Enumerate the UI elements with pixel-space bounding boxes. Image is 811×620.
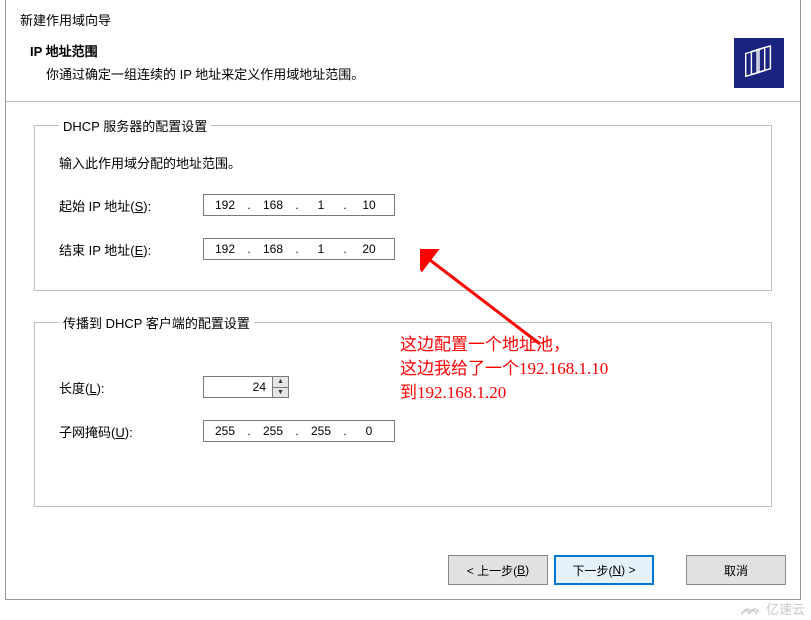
- server-config-legend: DHCP 服务器的配置设置: [59, 116, 211, 135]
- page-heading: IP 地址范围: [30, 41, 786, 60]
- next-button[interactable]: 下一步(N) >: [554, 555, 654, 585]
- range-hint: 输入此作用域分配的地址范围。: [59, 153, 747, 172]
- client-config-legend: 传播到 DHCP 客户端的配置设置: [59, 313, 254, 332]
- cancel-button[interactable]: 取消: [686, 555, 786, 585]
- watermark: 亿速云: [740, 599, 805, 618]
- window-title: 新建作用域向导: [20, 10, 786, 29]
- start-ip-label: 起始 IP 地址(S):: [59, 196, 203, 215]
- scope-wizard-icon: [734, 38, 784, 88]
- server-config-group: DHCP 服务器的配置设置 输入此作用域分配的地址范围。 起始 IP 地址(S)…: [34, 116, 772, 291]
- end-ip-label: 结束 IP 地址(E):: [59, 240, 203, 259]
- length-label: 长度(L):: [59, 378, 203, 397]
- page-description: 你通过确定一组连续的 IP 地址来定义作用域地址范围。: [46, 64, 786, 83]
- mask-input[interactable]: 255. 255. 255. 0: [203, 420, 395, 442]
- annotation-text: 这边配置一个地址池， 这边我给了一个192.168.1.10 到192.168.…: [400, 333, 608, 405]
- length-input[interactable]: 24 ▲ ▼: [203, 376, 289, 398]
- length-spinner-down[interactable]: ▼: [273, 388, 288, 398]
- back-button[interactable]: < 上一步(B): [448, 555, 548, 585]
- length-spinner-up[interactable]: ▲: [273, 377, 288, 388]
- end-ip-input[interactable]: 192. 168. 1. 20: [203, 238, 395, 260]
- start-ip-input[interactable]: 192. 168. 1. 10: [203, 194, 395, 216]
- mask-label: 子网掩码(U):: [59, 422, 203, 441]
